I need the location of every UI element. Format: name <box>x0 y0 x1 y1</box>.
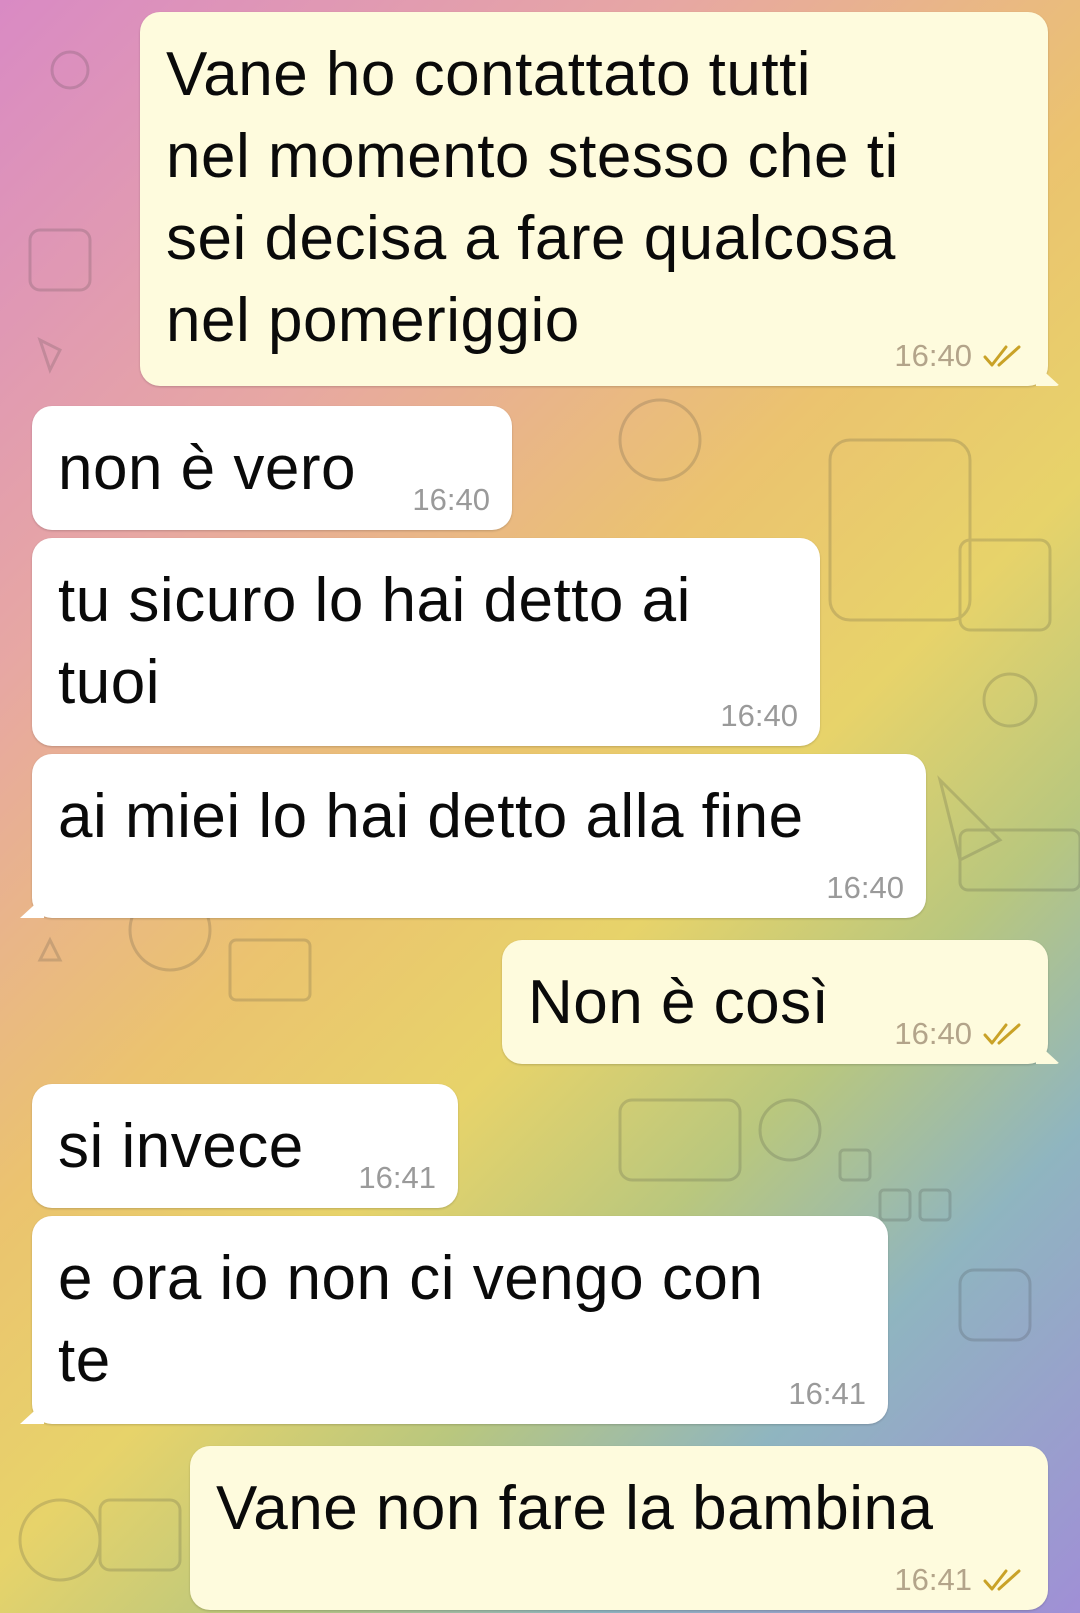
message-bubble-outgoing[interactable]: Non è così 16:40 <box>502 940 1048 1064</box>
message-text: Vane ho contattato tutti nel momento ste… <box>166 40 899 355</box>
message-time: 16:40 <box>894 1016 972 1051</box>
message-text: tu sicuro lo hai detto ai tuoi <box>58 566 691 717</box>
message-bubble-outgoing[interactable]: Vane non fare la bambina 16:41 <box>190 1446 1048 1610</box>
message-meta: 16:40 <box>894 338 1026 374</box>
message-bubble-incoming[interactable]: non è vero 16:40 <box>32 406 512 530</box>
message-bubble-incoming[interactable]: ai miei lo hai detto alla fine 16:40 <box>32 754 926 918</box>
message-meta: 16:41 <box>894 1562 1026 1598</box>
message-meta: 16:41 <box>788 1376 866 1412</box>
message-bubble-incoming[interactable]: e ora io non ci vengo con te 16:41 <box>32 1216 888 1424</box>
read-double-check-icon <box>983 1569 1021 1591</box>
message-meta: 16:40 <box>894 1016 1026 1052</box>
message-text: ai miei lo hai detto alla fine <box>58 782 804 851</box>
message-text: e ora io non ci vengo con te <box>58 1244 764 1395</box>
message-text: Vane non fare la bambina <box>216 1474 934 1543</box>
message-time: 16:40 <box>826 870 904 905</box>
message-bubble-outgoing[interactable]: Vane ho contattato tutti nel momento ste… <box>140 12 1048 386</box>
message-meta: 16:40 <box>826 870 904 906</box>
message-bubble-incoming[interactable]: tu sicuro lo hai detto ai tuoi 16:40 <box>32 538 820 746</box>
message-meta: 16:40 <box>720 698 798 734</box>
read-double-check-icon <box>983 345 1021 367</box>
message-time: 16:40 <box>412 482 490 517</box>
message-meta: 16:41 <box>358 1160 436 1196</box>
message-time: 16:41 <box>358 1160 436 1195</box>
message-meta: 16:40 <box>412 482 490 518</box>
message-time: 16:41 <box>788 1376 866 1411</box>
message-bubble-incoming[interactable]: si invece 16:41 <box>32 1084 458 1208</box>
message-time: 16:40 <box>894 338 972 373</box>
chat-area[interactable]: Vane ho contattato tutti nel momento ste… <box>0 0 1080 1613</box>
read-double-check-icon <box>983 1023 1021 1045</box>
message-time: 16:41 <box>894 1562 972 1597</box>
message-time: 16:40 <box>720 698 798 733</box>
